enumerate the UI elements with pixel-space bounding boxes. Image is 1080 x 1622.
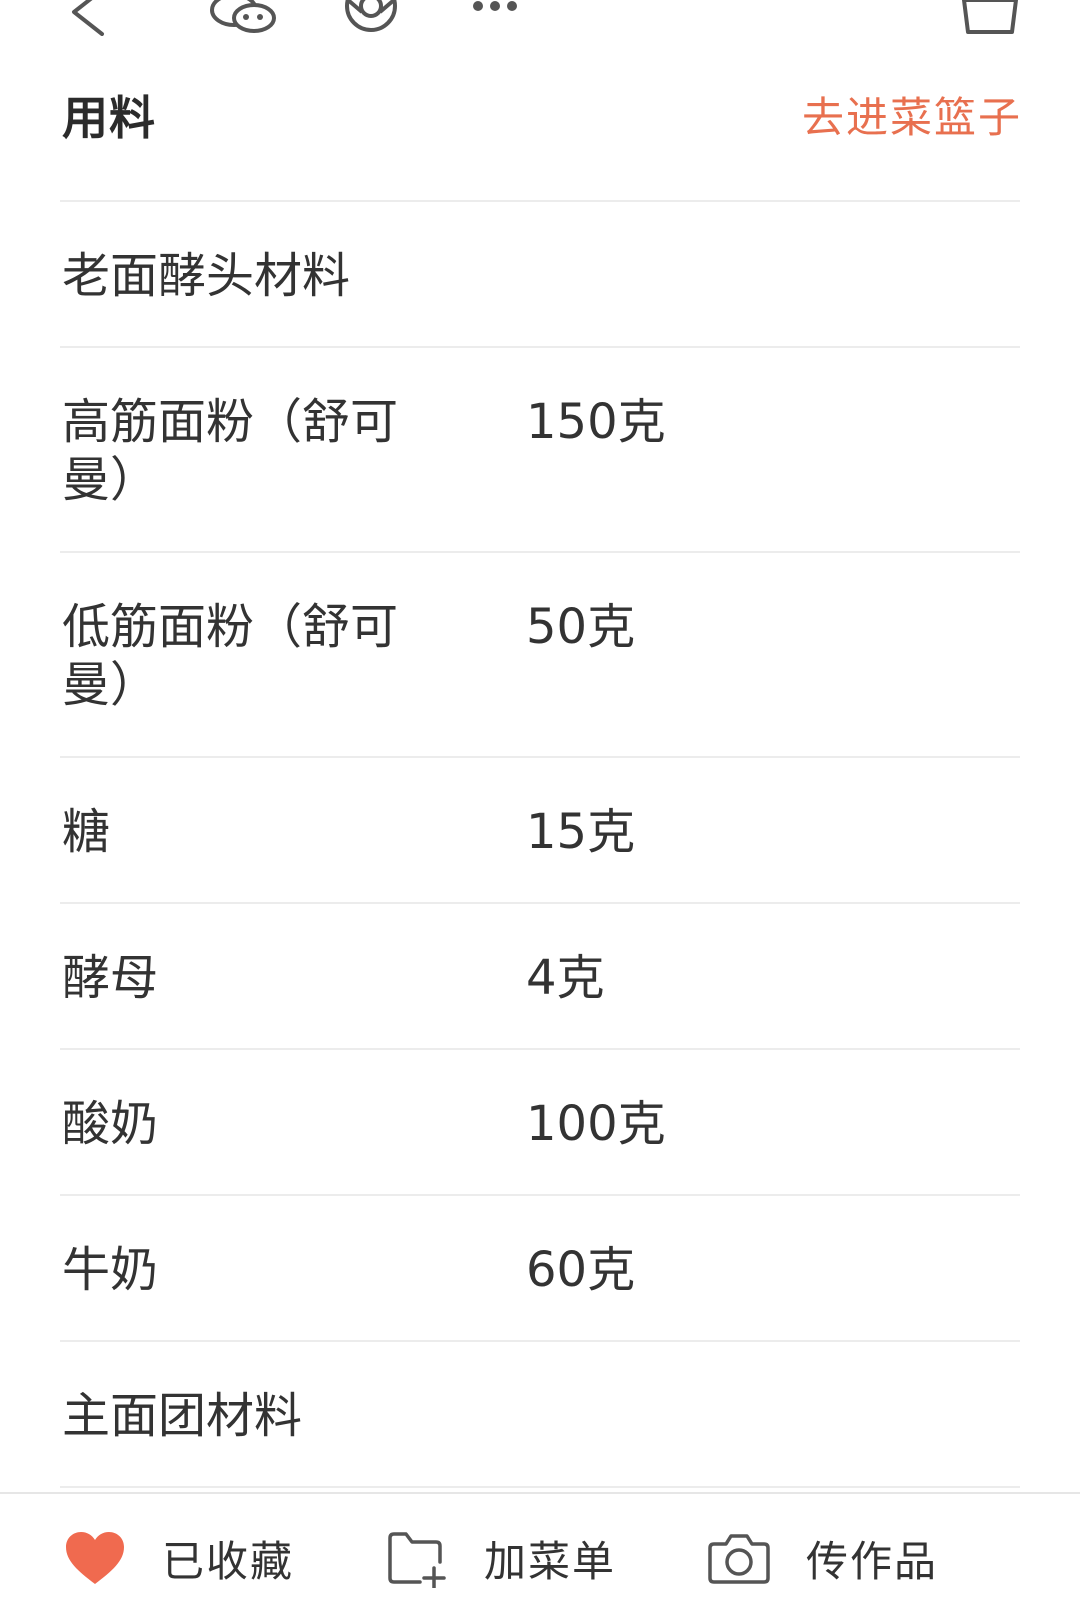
upload-work-label: 传作品 <box>806 1536 939 1586</box>
ingredient-quantity: 50克 <box>526 599 636 655</box>
ingredient-row: 牛奶 60克 <box>60 1194 1020 1340</box>
ingredient-quantity: 15克 <box>526 804 636 860</box>
ingredient-row: 低筋面粉（舒可曼） 50克 <box>60 551 1020 756</box>
collect-button[interactable]: 已收藏 <box>64 1494 294 1622</box>
ingredient-list: 老面酵头材料 高筋面粉（舒可曼） 150克 低筋面粉（舒可曼） 50克 糖 15… <box>60 200 1020 1488</box>
basket-icon[interactable] <box>958 0 1022 36</box>
ingredient-quantity: 4克 <box>526 950 605 1006</box>
ingredient-group-header: 老面酵头材料 <box>60 200 1020 346</box>
ingredient-name: 酸奶 <box>62 1096 159 1152</box>
add-to-menu-button[interactable]: 加菜单 <box>386 1494 616 1622</box>
ingredient-row: 酸奶 100克 <box>60 1048 1020 1194</box>
upload-work-button[interactable]: 传作品 <box>708 1494 938 1622</box>
wechat-icon[interactable] <box>208 0 280 36</box>
ingredient-row: 糖 15克 <box>60 756 1020 902</box>
top-toolbar <box>0 0 1080 36</box>
bottom-action-bar: 已收藏 加菜单 传作品 <box>0 1492 1080 1620</box>
go-to-basket-link[interactable]: 去进菜篮子 <box>802 84 1022 145</box>
ingredient-name: 主面团材料 <box>62 1388 303 1444</box>
ingredients-header: 用料 去进菜篮子 <box>62 72 1022 148</box>
ingredient-name: 糖 <box>62 804 111 860</box>
ingredient-name: 老面酵头材料 <box>62 248 351 304</box>
ingredient-name: 高筋面粉（舒可曼） <box>62 394 399 508</box>
moments-icon[interactable] <box>338 0 404 36</box>
section-title: 用料 <box>62 91 156 145</box>
ingredient-name: 酵母 <box>62 950 159 1006</box>
heart-icon <box>66 1532 124 1584</box>
add-to-menu-label: 加菜单 <box>484 1536 617 1586</box>
collect-label: 已收藏 <box>162 1536 295 1586</box>
ingredient-group-header: 主面团材料 <box>60 1340 1020 1486</box>
list-divider <box>60 1486 1020 1488</box>
ingredient-quantity: 60克 <box>526 1242 636 1298</box>
ingredient-row: 高筋面粉（舒可曼） 150克 <box>60 346 1020 551</box>
folder-add-icon <box>388 1532 446 1588</box>
ingredient-quantity: 150克 <box>526 394 666 450</box>
ingredient-name: 牛奶 <box>62 1242 159 1298</box>
back-icon[interactable] <box>62 0 118 36</box>
ingredient-name: 低筋面粉（舒可曼） <box>62 599 399 713</box>
ingredient-quantity: 100克 <box>526 1096 666 1152</box>
ingredient-row: 酵母 4克 <box>60 902 1020 1048</box>
camera-icon <box>708 1534 770 1584</box>
more-icon[interactable] <box>470 0 520 36</box>
